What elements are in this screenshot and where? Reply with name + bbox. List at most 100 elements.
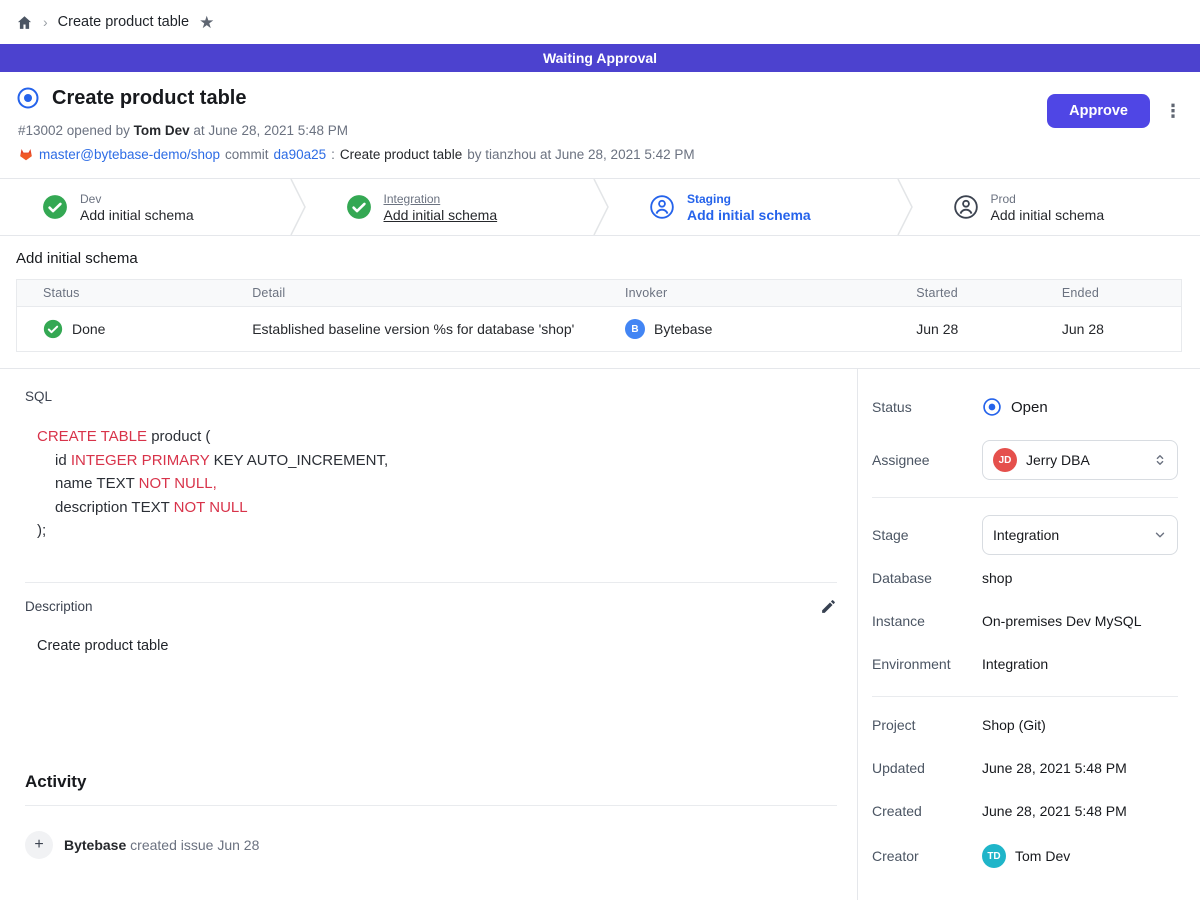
task-invoker: Bytebase bbox=[654, 321, 712, 337]
stage-person-icon bbox=[953, 194, 979, 220]
database-value[interactable]: shop bbox=[982, 570, 1012, 586]
status-label: Status bbox=[872, 399, 982, 415]
breadcrumb: › Create product table ★ bbox=[0, 0, 1200, 44]
stage-env-label[interactable]: Integration bbox=[384, 192, 498, 206]
issue-header: Create product table Approve #13002 open… bbox=[0, 72, 1200, 178]
sql-text: description TEXT bbox=[55, 499, 174, 516]
sql-text: ); bbox=[37, 522, 46, 539]
creator-value: Tom Dev bbox=[1015, 848, 1070, 864]
stage-select[interactable]: Integration bbox=[982, 515, 1178, 555]
created-label: Created bbox=[872, 803, 982, 819]
approve-button[interactable]: Approve bbox=[1047, 94, 1150, 128]
col-header-invoker: Invoker bbox=[599, 280, 890, 307]
stage-env-label: Prod bbox=[991, 192, 1105, 206]
col-header-detail: Detail bbox=[226, 280, 599, 307]
assignee-select[interactable]: JD Jerry DBA bbox=[982, 440, 1178, 480]
stage-env-label: Staging bbox=[687, 192, 811, 206]
table-row[interactable]: Done Established baseline version %s for… bbox=[17, 307, 1182, 352]
creator-label: Creator bbox=[872, 848, 982, 864]
updated-value: June 28, 2021 5:48 PM bbox=[982, 760, 1127, 776]
stage-person-icon bbox=[649, 194, 675, 220]
stage-task-label: Add initial schema bbox=[80, 207, 194, 223]
stage-separator bbox=[290, 179, 306, 235]
description-text: Create product table bbox=[37, 638, 837, 654]
stage-done-icon bbox=[346, 194, 372, 220]
commit-line: master@bytebase-demo/shop commit da90a25… bbox=[18, 146, 1184, 162]
task-table: Status Detail Invoker Started Ended Done… bbox=[16, 279, 1182, 352]
commit-byline: by tianzhou at June 28, 2021 5:42 PM bbox=[467, 147, 694, 162]
sql-keyword: CREATE TABLE bbox=[37, 428, 147, 445]
stage-separator bbox=[897, 179, 913, 235]
stage-dev[interactable]: Dev Add initial schema bbox=[0, 179, 290, 235]
issue-author: Tom Dev bbox=[134, 123, 190, 138]
sql-keyword: NOT NULL, bbox=[139, 475, 217, 492]
sql-text: KEY AUTO_INCREMENT, bbox=[209, 452, 388, 469]
updated-label: Updated bbox=[872, 760, 982, 776]
project-value[interactable]: Shop (Git) bbox=[982, 717, 1046, 733]
instance-value[interactable]: On-premises Dev MySQL bbox=[982, 613, 1141, 629]
pipeline: Dev Add initial schema Integration Add i… bbox=[0, 178, 1200, 236]
commit-colon: : bbox=[331, 147, 335, 162]
assignee-label: Assignee bbox=[872, 452, 982, 468]
home-icon[interactable] bbox=[16, 14, 33, 31]
sql-label: SQL bbox=[25, 389, 837, 404]
gitlab-icon bbox=[18, 146, 34, 162]
issue-sidebar: Status Open Assignee JD Jerry DBA bbox=[858, 369, 1200, 900]
stage-done-icon bbox=[42, 194, 68, 220]
description-label: Description bbox=[25, 599, 93, 614]
page-title: Create product table bbox=[52, 87, 246, 110]
stage-task-label[interactable]: Add initial schema bbox=[384, 207, 498, 223]
open-status-icon bbox=[982, 397, 1002, 417]
task-status: Done bbox=[72, 321, 105, 337]
stage-prod[interactable]: Prod Add initial schema bbox=[913, 179, 1200, 235]
activity-action: created issue Jun 28 bbox=[130, 837, 259, 853]
activity-actor: Bytebase bbox=[64, 837, 126, 853]
col-header-status: Status bbox=[17, 280, 227, 307]
kebab-menu-icon[interactable] bbox=[1164, 101, 1182, 122]
assignee-value: Jerry DBA bbox=[1026, 452, 1090, 468]
status-value: Open bbox=[1011, 399, 1048, 416]
col-header-started: Started bbox=[890, 280, 1036, 307]
sql-text: id bbox=[55, 452, 71, 469]
breadcrumb-chevron-icon: › bbox=[43, 14, 48, 30]
stage-staging[interactable]: Staging Add initial schema bbox=[609, 179, 897, 235]
environment-label: Environment bbox=[872, 656, 982, 672]
sql-code-block: CREATE TABLE product ( id INTEGER PRIMAR… bbox=[37, 425, 837, 543]
divider bbox=[872, 497, 1178, 498]
chevron-down-icon bbox=[1153, 528, 1167, 542]
database-label: Database bbox=[872, 570, 982, 586]
commit-hash-link[interactable]: da90a25 bbox=[274, 147, 327, 162]
divider bbox=[25, 582, 837, 583]
issue-id-opened: #13002 opened by bbox=[18, 123, 130, 138]
project-label: Project bbox=[872, 717, 982, 733]
task-section: Add initial schema Status Detail Invoker… bbox=[0, 236, 1200, 368]
creator-avatar: TD bbox=[982, 844, 1006, 868]
status-banner-label: Waiting Approval bbox=[543, 50, 657, 66]
activity-heading: Activity bbox=[25, 772, 837, 792]
commit-word: commit bbox=[225, 147, 269, 162]
breadcrumb-title[interactable]: Create product table bbox=[58, 14, 189, 30]
sql-keyword: NOT NULL bbox=[174, 499, 248, 516]
open-status-icon bbox=[16, 86, 40, 110]
stage-task-label: Add initial schema bbox=[687, 207, 811, 223]
done-check-icon bbox=[43, 319, 63, 339]
bytebase-avatar: B bbox=[625, 319, 645, 339]
sql-text: name TEXT bbox=[55, 475, 139, 492]
issue-meta: #13002 opened by Tom Dev at June 28, 202… bbox=[18, 123, 1184, 138]
stage-integration[interactable]: Integration Add initial schema bbox=[306, 179, 594, 235]
created-value: June 28, 2021 5:48 PM bbox=[982, 803, 1127, 819]
stage-task-label: Add initial schema bbox=[991, 207, 1105, 223]
sql-keyword: INTEGER PRIMARY bbox=[71, 452, 210, 469]
issue-opened-time: at June 28, 2021 5:48 PM bbox=[193, 123, 348, 138]
task-ended: Jun 28 bbox=[1036, 307, 1182, 352]
divider bbox=[872, 696, 1178, 697]
environment-value[interactable]: Integration bbox=[982, 656, 1048, 672]
commit-branch-link[interactable]: master@bytebase-demo/shop bbox=[39, 147, 220, 162]
stage-env-label: Dev bbox=[80, 192, 194, 206]
activity-item: Bytebase created issue Jun 28 bbox=[25, 831, 837, 859]
stage-label: Stage bbox=[872, 527, 982, 543]
edit-description-icon[interactable] bbox=[820, 598, 837, 615]
task-heading: Add initial schema bbox=[16, 250, 1182, 267]
assignee-avatar: JD bbox=[993, 448, 1017, 472]
star-icon[interactable]: ★ bbox=[199, 14, 214, 31]
